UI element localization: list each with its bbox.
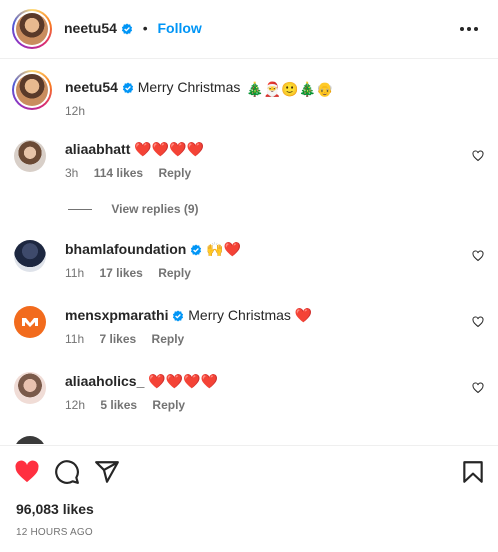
comments-list[interactable]: neetu54 Merry Christmas 🎄🎅🙂🎄👴 12h aliaab… (0, 60, 498, 444)
caption-emojis: 🎄🎅🙂🎄👴 (246, 81, 334, 97)
comment-text: ❤️❤️❤️❤️ (148, 373, 219, 389)
verified-badge-icon (122, 82, 133, 94)
view-replies-button[interactable]: View replies (9) (68, 202, 199, 216)
view-replies-label[interactable]: View replies (9) (111, 202, 198, 216)
author-username[interactable]: neetu54 (64, 20, 117, 36)
caption-avatar[interactable] (12, 70, 52, 110)
comment-likes[interactable]: 7 likes (99, 332, 136, 346)
like-comment-heart-icon[interactable] (472, 250, 484, 262)
post-time: 12 HOURS AGO (16, 527, 93, 538)
post-actions: 96,083 likes 12 HOURS AGO (0, 445, 498, 552)
comment-time: 11h (65, 332, 85, 346)
commenter-avatar-partial[interactable] (14, 436, 46, 444)
verified-badge-icon (191, 244, 202, 256)
comment-text: ❤️❤️❤️❤️ (134, 141, 204, 157)
comment-time: 3h (65, 166, 79, 180)
commenter-avatar[interactable] (14, 140, 46, 172)
caption-time: 12h (65, 104, 86, 118)
follow-button[interactable]: Follow (158, 20, 202, 36)
comment-likes[interactable]: 17 likes (99, 266, 142, 280)
commenter-avatar[interactable] (14, 306, 46, 338)
author-avatar[interactable] (12, 9, 52, 49)
caption-username[interactable]: neetu54 (65, 79, 118, 95)
view-replies-line (68, 209, 92, 211)
like-comment-heart-icon[interactable] (472, 382, 484, 394)
comment-text: Merry Christmas ❤️ (188, 307, 313, 323)
like-comment-heart-icon[interactable] (472, 316, 484, 328)
comment-icon[interactable] (54, 459, 80, 485)
comment-username[interactable]: mensxpmarathi (65, 307, 168, 323)
reply-button[interactable]: Reply (158, 166, 191, 180)
reply-button[interactable]: Reply (158, 266, 191, 280)
reply-button[interactable]: Reply (152, 332, 185, 346)
comment-time: 11h (65, 266, 85, 280)
commenter-avatar[interactable] (14, 372, 46, 404)
commenter-avatar[interactable] (14, 240, 46, 272)
likes-count[interactable]: 96,083 likes (16, 501, 94, 517)
comment-text: 🙌❤️ (206, 241, 241, 257)
more-horizontal-icon[interactable] (460, 20, 480, 38)
separator-dot: • (142, 20, 148, 36)
bookmark-icon[interactable] (460, 459, 486, 485)
comment-time: 12h (65, 398, 86, 412)
mensxp-logo-icon (22, 318, 38, 327)
comment-username[interactable]: aliaaholics_ (65, 373, 144, 389)
verified-badge-icon (173, 310, 184, 322)
like-comment-heart-icon[interactable] (472, 150, 484, 162)
heart-filled-icon[interactable] (14, 459, 40, 485)
verified-badge-icon (121, 23, 132, 35)
comment-likes[interactable]: 5 likes (100, 398, 137, 412)
share-icon[interactable] (94, 459, 120, 485)
comment-username[interactable]: bhamlafoundation (65, 241, 186, 257)
comment-likes[interactable]: 114 likes (94, 166, 143, 180)
reply-button[interactable]: Reply (152, 398, 185, 412)
caption-text: Merry Christmas (137, 79, 241, 95)
comment-username[interactable]: aliaabhatt (65, 141, 130, 157)
post-header: neetu54 • Follow (0, 0, 498, 59)
